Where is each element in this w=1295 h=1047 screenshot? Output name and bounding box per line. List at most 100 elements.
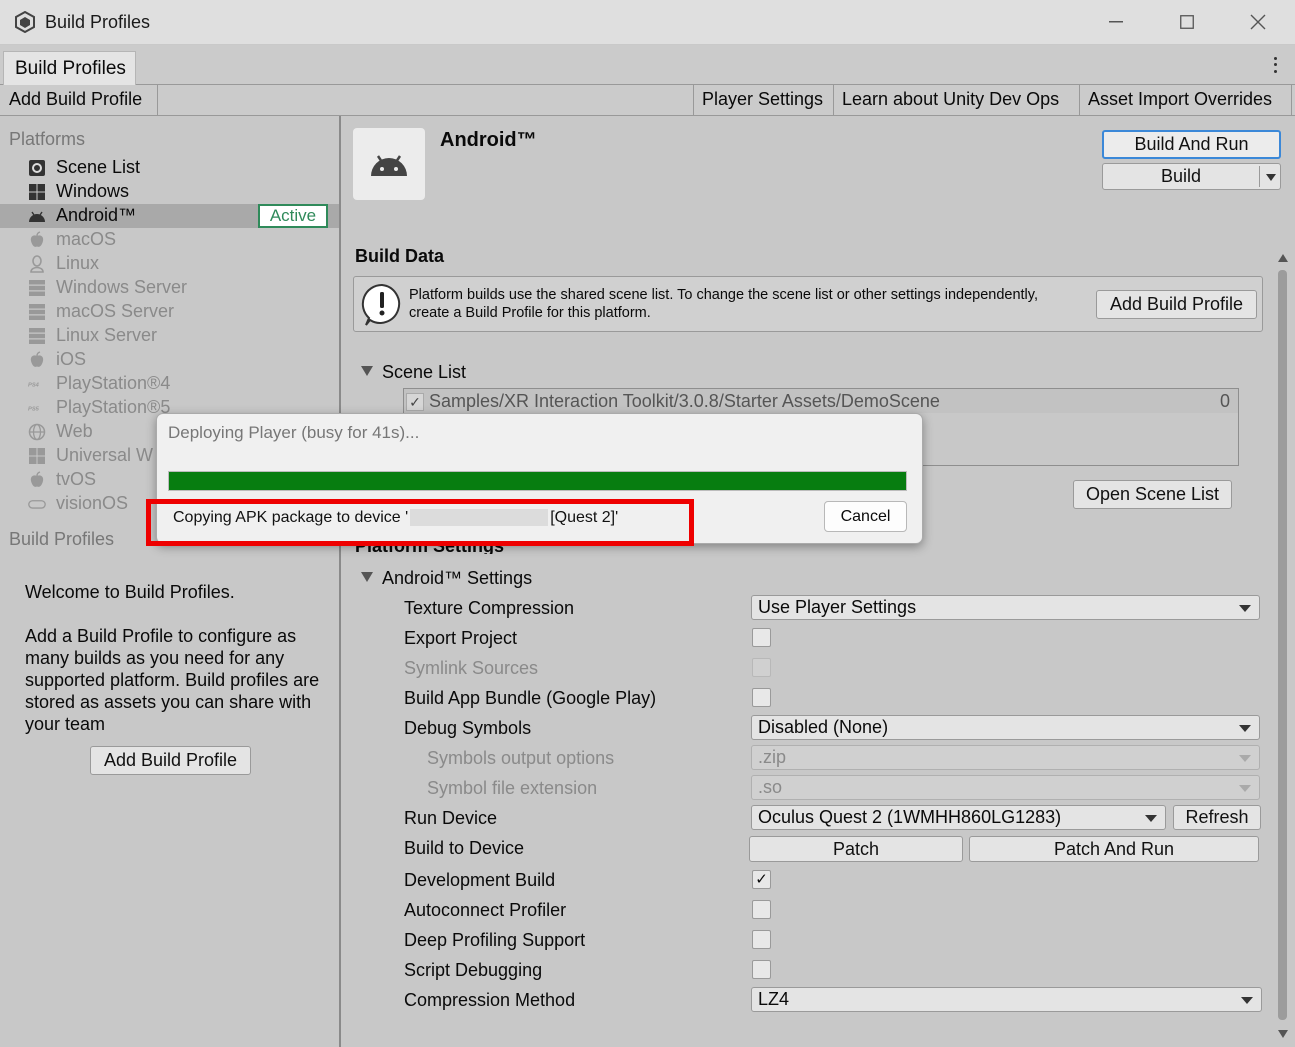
symlink-sources-checkbox (752, 658, 771, 677)
build-button-label: Build (1160, 166, 1202, 186)
windows-icon (29, 184, 45, 200)
sidebar-item-windows[interactable]: Windows (0, 180, 339, 204)
tab-build-profiles[interactable]: Build Profiles (3, 51, 136, 85)
autoconnect-profiler-checkbox[interactable] (752, 900, 771, 919)
patch-button[interactable]: Patch (749, 836, 963, 862)
compression-method-label: Compression Method (404, 990, 576, 1010)
sidebar-item-label: tvOS (56, 469, 97, 489)
sidebar-item-scene-list[interactable]: Scene List (0, 156, 339, 180)
sidebar-item-label: Android™ (56, 205, 137, 225)
sidebar-item-label: Linux (56, 253, 100, 273)
list-item[interactable]: ✓ Samples/XR Interaction Toolkit/3.0.8/S… (404, 389, 1238, 413)
development-build-label: Development Build (404, 870, 556, 890)
chevron-down-icon (1239, 605, 1251, 612)
debug-symbols-dropdown[interactable]: Disabled (None) (751, 715, 1260, 740)
build-and-run-button[interactable]: Build And Run (1102, 130, 1281, 159)
build-app-bundle-checkbox[interactable] (752, 688, 771, 707)
symbols-output-dropdown: .zip (751, 745, 1260, 770)
build-app-bundle-label: Build App Bundle (Google Play) (404, 688, 657, 708)
learn-dev-ops-button[interactable]: Learn about Unity Dev Ops (834, 85, 1080, 115)
patch-and-run-button[interactable]: Patch And Run (969, 836, 1259, 862)
globe-icon (28, 423, 46, 441)
export-project-checkbox[interactable] (752, 628, 771, 647)
build-to-device-label: Build to Device (404, 838, 525, 858)
texture-compression-dropdown[interactable]: Use Player Settings (751, 595, 1260, 620)
sidebar-item-windows-server[interactable]: Windows Server (0, 276, 339, 300)
active-badge: Active (258, 204, 328, 228)
script-debugging-label: Script Debugging (404, 960, 543, 980)
vertical-scrollbar[interactable] (1274, 248, 1293, 1045)
sidebar-item-macos[interactable]: macOS (0, 228, 339, 252)
server-icon (29, 304, 45, 320)
sidebar-item-playstation4[interactable]: PS4 PlayStation®4 (0, 372, 339, 396)
open-scene-list-button[interactable]: Open Scene List (1073, 480, 1232, 509)
export-project-label: Export Project (404, 628, 518, 648)
compression-method-dropdown[interactable]: LZ4 (751, 987, 1262, 1012)
close-icon (1250, 14, 1266, 30)
deep-profiling-checkbox[interactable] (752, 930, 771, 949)
sidebar-item-linux[interactable]: Linux (0, 252, 339, 276)
cancel-button[interactable]: Cancel (824, 501, 907, 532)
progress-bar (168, 471, 907, 491)
scroll-thumb[interactable] (1278, 270, 1287, 1020)
more-options-icon[interactable] (1267, 55, 1283, 75)
sidebar-item-label: visionOS (56, 493, 129, 513)
chevron-down-icon (1145, 815, 1157, 822)
scroll-up-icon[interactable] (1278, 254, 1288, 262)
script-debugging-checkbox[interactable] (752, 960, 771, 979)
android-settings-foldout[interactable]: Android™ Settings (361, 568, 532, 589)
symlink-sources-label: Symlink Sources (404, 658, 539, 678)
server-icon (29, 328, 45, 344)
sidebar-item-label: macOS Server (56, 301, 175, 321)
scroll-down-icon[interactable] (1278, 1030, 1288, 1038)
run-device-dropdown[interactable]: Oculus Quest 2 (1WMHH860LG1283) (751, 805, 1166, 830)
info-text: Platform builds use the shared scene lis… (409, 287, 1038, 321)
chevron-down-icon (1239, 725, 1251, 732)
sidebar-item-ios[interactable]: iOS (0, 348, 339, 372)
sidebar-item-label: iOS (56, 349, 87, 369)
dropdown-value: LZ4 (758, 989, 790, 1009)
symbol-file-extension-label: Symbol file extension (427, 778, 598, 798)
asset-import-overrides-button[interactable]: Asset Import Overrides (1080, 85, 1292, 115)
minimize-button[interactable] (1096, 8, 1136, 36)
development-build-checkbox[interactable]: ✓ (752, 870, 771, 889)
chevron-down-icon[interactable] (1266, 174, 1276, 181)
ps4-icon: PS4 (28, 382, 40, 388)
tab-bar: Build Profiles (0, 45, 1295, 85)
build-button[interactable]: Build (1102, 163, 1281, 190)
maximize-button[interactable] (1167, 8, 1207, 36)
add-build-profile-info-button[interactable]: Add Build Profile (1096, 290, 1257, 319)
progress-fill (169, 472, 906, 490)
sidebar-item-android[interactable]: Android™ Active (0, 204, 339, 228)
svg-text:PS4: PS4 (28, 382, 40, 388)
sidebar-item-label: Web (56, 421, 93, 441)
platform-sidebar: Platforms Scene List Windows Android™ Ac… (0, 116, 341, 1047)
add-build-profile-toolbar-button[interactable]: Add Build Profile (0, 85, 158, 115)
player-settings-button[interactable]: Player Settings (693, 85, 834, 115)
sidebar-item-macos-server[interactable]: macOS Server (0, 300, 339, 324)
toolbar: Add Build Profile Player Settings Learn … (0, 85, 1295, 116)
add-build-profile-sidebar-button[interactable]: Add Build Profile (90, 746, 251, 775)
sidebar-item-label: Linux Server (56, 325, 158, 345)
svg-text:PS5: PS5 (28, 406, 40, 412)
dropdown-value: Oculus Quest 2 (1WMHH860LG1283) (758, 807, 1062, 827)
run-device-label: Run Device (404, 808, 498, 828)
symbols-output-label: Symbols output options (427, 748, 615, 768)
texture-compression-label: Texture Compression (404, 598, 575, 618)
scene-checkbox[interactable]: ✓ (406, 393, 424, 411)
window-title: Build Profiles (45, 12, 151, 32)
chevron-down-icon (1239, 785, 1251, 792)
scene-list-foldout[interactable]: Scene List (361, 362, 466, 383)
apple-icon (30, 231, 44, 247)
dialog-title: Deploying Player (busy for 41s)... (168, 423, 420, 442)
close-button[interactable] (1238, 8, 1278, 36)
platforms-heading: Platforms (9, 129, 86, 149)
sidebar-item-label: Scene List (56, 157, 141, 177)
foldout-arrow-icon (361, 572, 373, 583)
refresh-button[interactable]: Refresh (1173, 805, 1261, 830)
sidebar-item-label: Windows Server (56, 277, 188, 297)
dropdown-value: Use Player Settings (758, 597, 917, 617)
scene-list-icon (29, 160, 45, 176)
sidebar-item-linux-server[interactable]: Linux Server (0, 324, 339, 348)
platform-image (353, 128, 425, 200)
